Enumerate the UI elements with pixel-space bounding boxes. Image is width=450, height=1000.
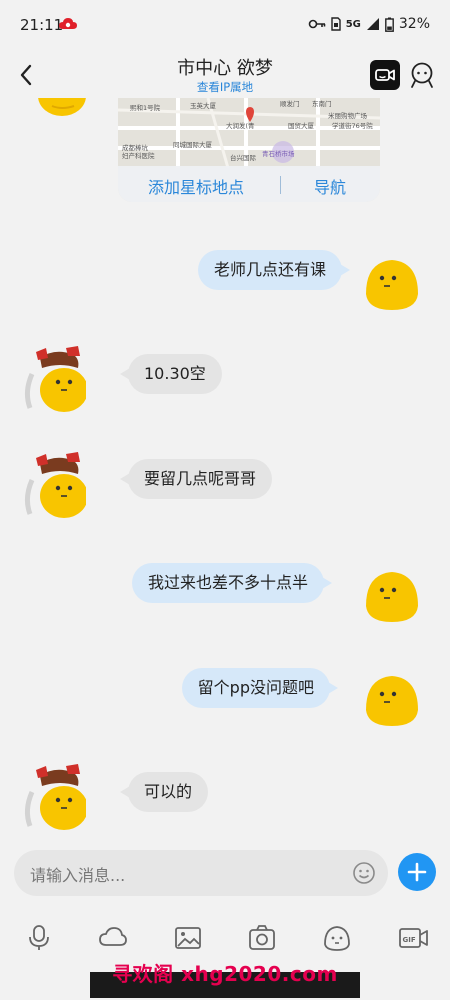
map-label: 东南门 <box>312 99 332 108</box>
map-label: 米丽购物广场 <box>328 111 368 120</box>
map-label: 大润发(青 <box>226 121 255 130</box>
map-label: 青石桥市场 <box>262 149 295 158</box>
map-label: 成都棒坑 <box>122 143 149 152</box>
contact-avatar[interactable] <box>20 344 86 414</box>
network-label: 5G <box>345 18 361 30</box>
chat-header: 市中心 欲梦 查看IP属地 <box>0 52 450 98</box>
camera-icon[interactable] <box>247 924 277 952</box>
map-label: 台兴国际 <box>230 153 257 162</box>
location-card[interactable]: 熙和1号院 玉英大厦 顺发门 东南门 大润发(青 国贸大厦 米丽购物广场 学道街… <box>118 98 380 202</box>
video-camera-icon <box>375 69 395 81</box>
key-icon <box>308 19 326 29</box>
sticker-icon[interactable] <box>322 924 352 952</box>
mic-icon[interactable] <box>24 924 54 952</box>
message-bubble-incoming[interactable]: 可以的 <box>119 772 209 812</box>
contact-avatar[interactable] <box>20 450 86 520</box>
image-icon[interactable] <box>173 924 203 952</box>
map-label: 学道街76号院 <box>332 121 373 130</box>
message-bubble-incoming[interactable]: 要留几点呢哥哥 <box>119 459 273 499</box>
emoji-icon[interactable] <box>352 861 376 885</box>
plus-icon <box>407 862 427 882</box>
battery-level: 32% <box>398 16 430 32</box>
map-label: 玉英大厦 <box>190 101 217 110</box>
action-divider <box>280 176 281 194</box>
status-bar: 21:11 5G 32% <box>0 0 450 52</box>
map-label: 熙和1号院 <box>130 103 161 112</box>
watermark-text: 寻欢阁 xhg2020.com <box>112 962 338 986</box>
more-actions-button[interactable] <box>398 853 436 891</box>
message-input-placeholder: 请输入消息... <box>30 866 126 885</box>
contact-avatar[interactable] <box>22 98 88 118</box>
svg-text:GIF: GIF <box>403 936 416 944</box>
my-avatar[interactable] <box>358 664 424 734</box>
status-icons: 5G 32% <box>308 16 430 32</box>
battery-icon <box>384 17 394 32</box>
status-time: 21:11 <box>20 16 64 34</box>
message-bubble-outgoing[interactable]: 老师几点还有课 <box>197 250 351 290</box>
add-star-location-button[interactable]: 添加星标地点 <box>148 174 244 198</box>
profile-icon[interactable] <box>408 60 436 90</box>
cloud-icon[interactable] <box>98 924 128 952</box>
video-call-button[interactable] <box>370 60 400 90</box>
message-input[interactable]: 请输入消息... <box>14 850 388 896</box>
map-label: 顺发门 <box>280 99 300 108</box>
navigate-button[interactable]: 导航 <box>314 174 346 198</box>
map-label: 国贸大厦 <box>288 121 315 130</box>
sim-icon <box>331 17 341 31</box>
signal-icon <box>366 18 379 30</box>
map-label: 妇产科医院 <box>122 151 155 160</box>
message-bubble-outgoing[interactable]: 留个pp没问题吧 <box>181 668 339 708</box>
cloud-app-icon <box>59 18 77 29</box>
my-avatar[interactable] <box>358 248 424 318</box>
map-label: 同城国际大厦 <box>173 140 213 149</box>
contact-avatar[interactable] <box>20 762 86 832</box>
message-bubble-incoming[interactable]: 10.30空 <box>120 354 222 394</box>
message-list[interactable]: 熙和1号院 玉英大厦 顺发门 东南门 大润发(青 国贸大厦 米丽购物广场 学道街… <box>0 98 450 838</box>
gif-icon[interactable]: GIF <box>398 924 430 952</box>
map-preview[interactable]: 熙和1号院 玉英大厦 顺发门 东南门 大润发(青 国贸大厦 米丽购物广场 学道街… <box>118 98 380 168</box>
my-avatar[interactable] <box>358 560 424 630</box>
message-bubble-outgoing[interactable]: 我过来也差不多十点半 <box>131 563 333 603</box>
composer: 请输入消息... <box>0 838 450 910</box>
